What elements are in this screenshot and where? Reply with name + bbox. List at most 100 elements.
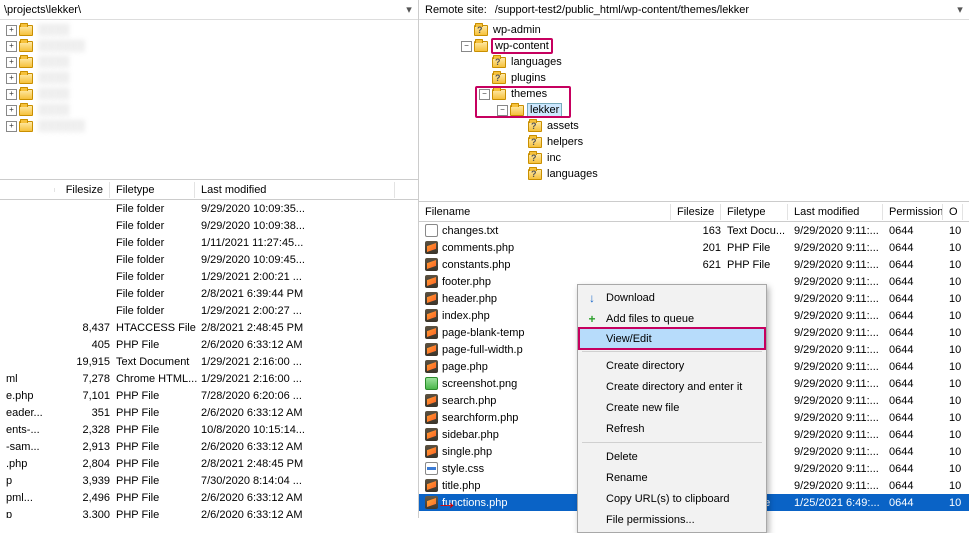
expand-icon[interactable]: +	[6, 121, 17, 132]
list-item[interactable]: 8,437HTACCESS File2/8/2021 2:48:45 PM	[0, 319, 418, 336]
expand-icon[interactable]: −	[497, 105, 508, 116]
cell-size: 8,437	[61, 322, 116, 334]
list-item[interactable]: File folder2/8/2021 6:39:44 PM	[0, 285, 418, 302]
list-item[interactable]: ml7,278Chrome HTML...1/29/2021 2:16:00 .…	[0, 370, 418, 387]
remote-list-header: Filename Filesize Filetype Last modified…	[419, 202, 969, 222]
col-owner[interactable]: O	[943, 204, 963, 220]
tree-item[interactable]: +░░░░	[0, 22, 418, 38]
tree-label: languages	[545, 168, 600, 180]
list-item[interactable]: p3,300PHP File2/6/2020 6:33:12 AM	[0, 506, 418, 518]
chevron-down-icon[interactable]: ▾	[953, 3, 967, 17]
tree-label: inc	[545, 152, 563, 164]
tree-item[interactable]: wp-admin	[419, 22, 969, 38]
list-item[interactable]: pml...2,496PHP File2/6/2020 6:33:12 AM	[0, 489, 418, 506]
list-item[interactable]: 19,915Text Document1/29/2021 2:16:00 ...	[0, 353, 418, 370]
tree-item[interactable]: languages	[419, 54, 969, 70]
cell-perm: 0644	[889, 361, 949, 373]
tree-item[interactable]: +░░░░	[0, 86, 418, 102]
col-lastmodified[interactable]: Last modified	[195, 182, 395, 198]
cell-own: 10	[949, 463, 969, 475]
list-item[interactable]: File folder1/11/2021 11:27:45...	[0, 234, 418, 251]
cell-mod: 1/29/2021 2:00:21 ...	[201, 271, 401, 283]
folder-icon	[19, 73, 33, 84]
list-item[interactable]: e.php7,101PHP File7/28/2020 6:20:06 ...	[0, 387, 418, 404]
tree-item[interactable]: −lekker	[419, 102, 969, 118]
ctx-delete[interactable]: Delete	[580, 446, 764, 467]
list-item[interactable]: File folder9/29/2020 10:09:35...	[0, 200, 418, 217]
local-file-list[interactable]: File folder9/29/2020 10:09:35...File fol…	[0, 200, 418, 518]
list-item[interactable]: constants.php621PHP File9/29/2020 9:11:.…	[419, 256, 969, 273]
cell-perm: 0644	[889, 446, 949, 458]
col-filetype[interactable]: Filetype	[110, 182, 195, 198]
tree-item[interactable]: +░░░░░░	[0, 38, 418, 54]
list-item[interactable]: changes.txt163Text Docu...9/29/2020 9:11…	[419, 222, 969, 239]
ctx-create-new-file[interactable]: Create new file	[580, 397, 764, 418]
cell-mod: 9/29/2020 10:09:38...	[201, 220, 401, 232]
cell-own: 10	[949, 429, 969, 441]
list-item[interactable]: p3,939PHP File7/30/2020 8:14:04 ...	[0, 472, 418, 489]
col-filename[interactable]: Filename	[419, 204, 671, 220]
ctx-copy-urls[interactable]: Copy URL(s) to clipboard	[580, 488, 764, 509]
list-item[interactable]: eader...351PHP File2/6/2020 6:33:12 AM	[0, 404, 418, 421]
expand-icon[interactable]: −	[461, 41, 472, 52]
ctx-create-directory-enter[interactable]: Create directory and enter it	[580, 376, 764, 397]
expand-icon[interactable]: +	[6, 105, 17, 116]
local-tree[interactable]: +░░░░+░░░░░░+░░░░+░░░░+░░░░+░░░░+░░░░░░	[0, 20, 418, 180]
ctx-create-directory[interactable]: Create directory	[580, 355, 764, 376]
remote-tree[interactable]: wp-admin−wp-contentlanguagesplugins−them…	[419, 20, 969, 202]
cell-mod: 9/29/2020 9:11:...	[794, 361, 889, 373]
folder-icon	[19, 105, 33, 116]
ctx-download[interactable]: ↓ Download	[580, 287, 764, 308]
ctx-refresh[interactable]: Refresh	[580, 418, 764, 439]
ctx-view-edit[interactable]: View/Edit	[579, 328, 765, 349]
col-filetype[interactable]: Filetype	[721, 204, 788, 220]
list-item[interactable]: 405PHP File2/6/2020 6:33:12 AM	[0, 336, 418, 353]
list-item[interactable]: ents-...2,328PHP File10/8/2020 10:15:14.…	[0, 421, 418, 438]
expand-icon[interactable]: +	[6, 89, 17, 100]
cell-type: File folder	[116, 254, 201, 266]
col-lastmodified[interactable]: Last modified	[788, 204, 883, 220]
file-icon	[425, 241, 438, 254]
tree-item[interactable]: assets	[419, 118, 969, 134]
tree-item[interactable]: +░░░░	[0, 54, 418, 70]
list-item[interactable]: File folder9/29/2020 10:09:38...	[0, 217, 418, 234]
list-item[interactable]: File folder9/29/2020 10:09:45...	[0, 251, 418, 268]
list-item[interactable]: .php2,804PHP File2/8/2021 2:48:45 PM	[0, 455, 418, 472]
folder-icon	[474, 25, 488, 36]
tree-item[interactable]: + ░░░░	[0, 70, 418, 86]
tree-label: ░░░░	[36, 72, 71, 84]
folder-icon	[492, 73, 506, 84]
ctx-file-permissions[interactable]: File permissions...	[580, 509, 764, 530]
file-icon	[425, 292, 438, 305]
list-item[interactable]: File folder1/29/2021 2:00:21 ...	[0, 268, 418, 285]
ctx-add-to-queue[interactable]: + Add files to queue	[580, 308, 764, 329]
tree-item[interactable]: languages	[419, 166, 969, 182]
expand-icon[interactable]: +	[6, 25, 17, 36]
col-name[interactable]	[0, 188, 55, 192]
cell-perm: 0644	[889, 378, 949, 390]
spacer	[479, 57, 490, 68]
expand-icon[interactable]: +	[6, 57, 17, 68]
local-path-input[interactable]	[2, 1, 400, 19]
tree-item[interactable]: inc	[419, 150, 969, 166]
expand-icon[interactable]: +	[6, 41, 17, 52]
tree-item[interactable]: +░░░░░░	[0, 118, 418, 134]
col-permissions[interactable]: Permissions	[883, 204, 943, 220]
chevron-down-icon[interactable]: ▾	[402, 3, 416, 17]
tree-item[interactable]: helpers	[419, 134, 969, 150]
tree-item[interactable]: −themes	[419, 86, 969, 102]
remote-path-bar: Remote site: ▾	[419, 0, 969, 20]
tree-item[interactable]: plugins	[419, 70, 969, 86]
tree-item[interactable]: +░░░░	[0, 102, 418, 118]
col-filesize[interactable]: Filesize	[55, 182, 110, 198]
list-item[interactable]: comments.php201PHP File9/29/2020 9:11:..…	[419, 239, 969, 256]
list-item[interactable]: -sam...2,913PHP File2/6/2020 6:33:12 AM	[0, 438, 418, 455]
cell-own: 10	[949, 225, 969, 237]
tree-item[interactable]: −wp-content	[419, 38, 969, 54]
remote-path-input[interactable]	[493, 1, 951, 19]
col-filesize[interactable]: Filesize	[671, 204, 721, 220]
expand-icon[interactable]: −	[479, 89, 490, 100]
expand-icon[interactable]: +	[6, 73, 17, 84]
list-item[interactable]: File folder1/29/2021 2:00:27 ...	[0, 302, 418, 319]
ctx-rename[interactable]: Rename	[580, 467, 764, 488]
